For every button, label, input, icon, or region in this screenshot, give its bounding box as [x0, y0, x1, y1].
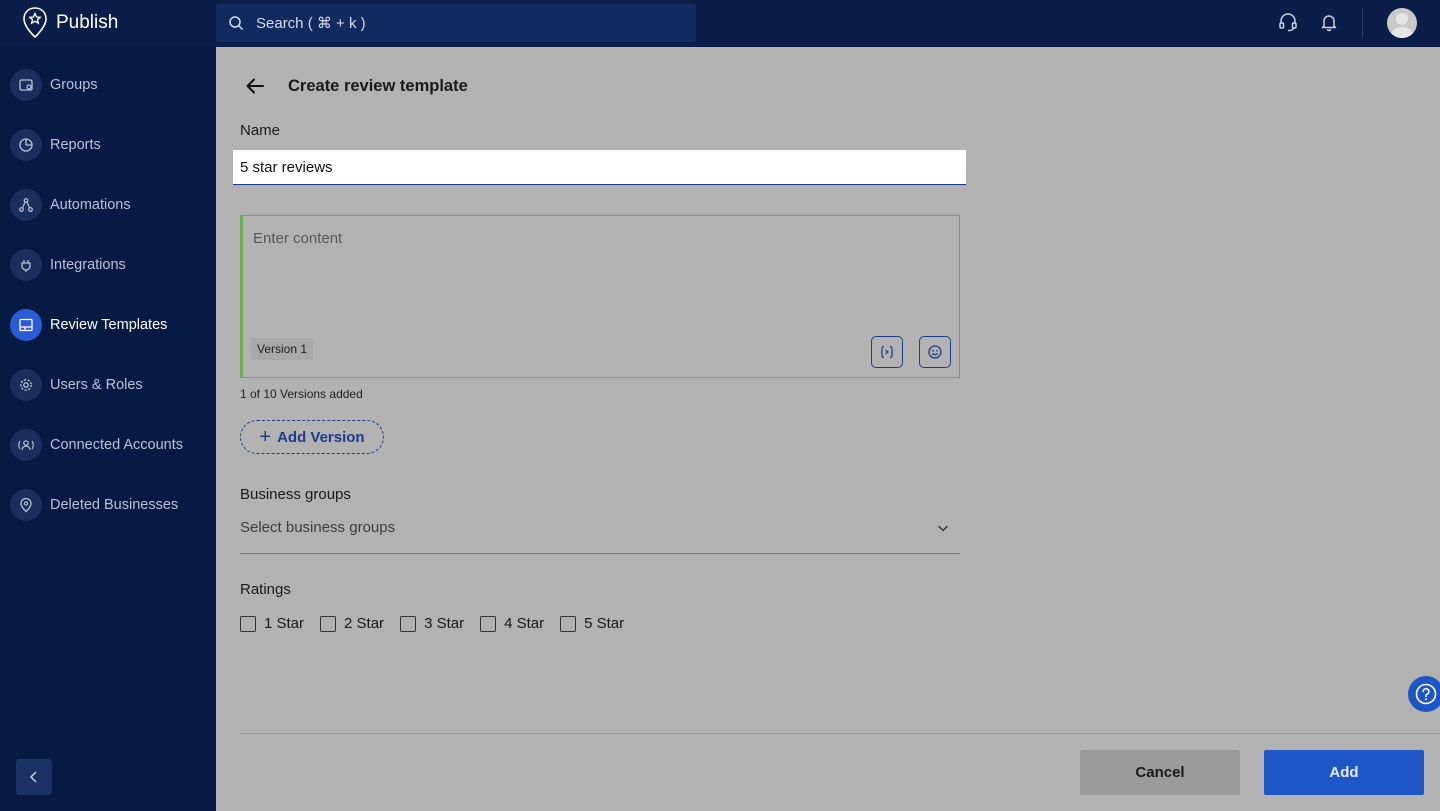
rating-label: 1 Star	[264, 615, 305, 632]
business-groups-placeholder: Select business groups	[240, 519, 396, 536]
search-placeholder: Search ( ⌘ + k )	[256, 15, 366, 32]
sidebar-item-connected-accounts[interactable]: Connected Accounts	[0, 423, 216, 467]
ratings-group: 1 Star 2 Star 3 Star 4 Star 5 Star	[240, 615, 640, 632]
automation-icon	[10, 189, 42, 221]
add-button[interactable]: Add	[1264, 750, 1424, 795]
location-pin-icon	[10, 489, 42, 521]
emoji-icon	[928, 345, 942, 359]
name-input[interactable]	[233, 150, 966, 185]
name-label: Name	[240, 122, 281, 139]
content-placeholder: Enter content	[253, 230, 343, 247]
emoji-button[interactable]	[919, 336, 951, 368]
app-name: Publish	[56, 12, 119, 33]
checkbox[interactable]	[480, 615, 497, 632]
checkbox[interactable]	[320, 615, 337, 632]
rating-label: 4 Star	[504, 615, 545, 632]
sidebar: Groups Reports Automations Integrations …	[0, 47, 216, 811]
pie-chart-icon	[10, 129, 42, 161]
footer-divider	[240, 733, 1440, 734]
rating-2-star[interactable]: 2 Star	[320, 615, 384, 632]
sidebar-item-reports[interactable]: Reports	[0, 123, 216, 167]
sidebar-item-label: Users & Roles	[50, 377, 143, 393]
bell-icon[interactable]	[1319, 12, 1339, 32]
chevron-left-icon	[29, 771, 37, 783]
chevron-down-icon	[938, 525, 948, 532]
sidebar-item-automations[interactable]: Automations	[0, 183, 216, 227]
groups-icon	[10, 69, 42, 101]
sidebar-item-label: Review Templates	[50, 317, 168, 333]
main-content: Create review template Name Enter conten…	[216, 47, 1440, 811]
rating-1-star[interactable]: 1 Star	[240, 615, 304, 632]
template-icon	[10, 309, 42, 341]
plus-icon: +	[259, 425, 272, 448]
versions-count: 1 of 10 Versions added	[240, 387, 363, 401]
brand[interactable]: Publish	[22, 6, 118, 40]
sidebar-item-users-roles[interactable]: Users & Roles	[0, 363, 216, 407]
checkbox[interactable]	[240, 615, 256, 632]
connected-accounts-icon	[10, 429, 42, 461]
cancel-button[interactable]: Cancel	[1080, 750, 1240, 795]
sidebar-item-integrations[interactable]: Integrations	[0, 243, 216, 287]
rating-label: 2 Star	[344, 615, 385, 632]
business-groups-select[interactable]: Select business groups	[240, 515, 960, 554]
sidebar-item-deleted-businesses[interactable]: Deleted Businesses	[0, 483, 216, 527]
sidebar-item-label: Reports	[50, 137, 101, 153]
header-divider	[1362, 8, 1363, 38]
sidebar-item-label: Groups	[50, 77, 98, 93]
back-arrow-icon[interactable]	[244, 75, 266, 97]
insert-variable-button[interactable]	[871, 336, 903, 368]
version-tag: Version 1	[251, 338, 314, 360]
add-version-button[interactable]: + Add Version	[240, 420, 384, 454]
collapse-sidebar-button[interactable]	[16, 759, 52, 795]
add-version-label: Add Version	[277, 428, 365, 446]
sidebar-item-review-templates[interactable]: Review Templates	[0, 303, 216, 347]
user-avatar-icon	[1391, 13, 1413, 38]
sidebar-item-groups[interactable]: Groups	[0, 63, 216, 107]
headset-icon[interactable]	[1278, 12, 1298, 32]
rating-label: 5 Star	[584, 615, 625, 632]
checkbox[interactable]	[560, 615, 577, 632]
variable-icon	[880, 345, 894, 359]
help-button[interactable]	[1408, 676, 1440, 712]
content-editor[interactable]: Enter content Version 1	[240, 215, 960, 378]
rating-3-star[interactable]: 3 Star	[400, 615, 464, 632]
rating-5-star[interactable]: 5 Star	[560, 615, 624, 632]
gear-icon	[10, 369, 42, 401]
sidebar-item-label: Automations	[50, 197, 131, 213]
sidebar-item-label: Integrations	[50, 257, 126, 273]
avatar[interactable]	[1387, 8, 1417, 38]
plug-icon	[10, 249, 42, 281]
question-icon	[1415, 683, 1437, 705]
badge-pin-icon	[23, 7, 47, 39]
top-bar: Publish Search ( ⌘ + k )	[0, 0, 1440, 47]
search-bar[interactable]: Search ( ⌘ + k )	[216, 4, 696, 42]
checkbox[interactable]	[400, 615, 417, 632]
rating-label: 3 Star	[424, 615, 465, 632]
ratings-label: Ratings	[240, 581, 291, 598]
search-icon	[229, 16, 244, 31]
sidebar-item-label: Connected Accounts	[50, 437, 184, 453]
page-title: Create review template	[288, 77, 468, 95]
rating-4-star[interactable]: 4 Star	[480, 615, 544, 632]
sidebar-item-label: Deleted Businesses	[50, 497, 179, 513]
business-groups-label: Business groups	[240, 486, 351, 503]
